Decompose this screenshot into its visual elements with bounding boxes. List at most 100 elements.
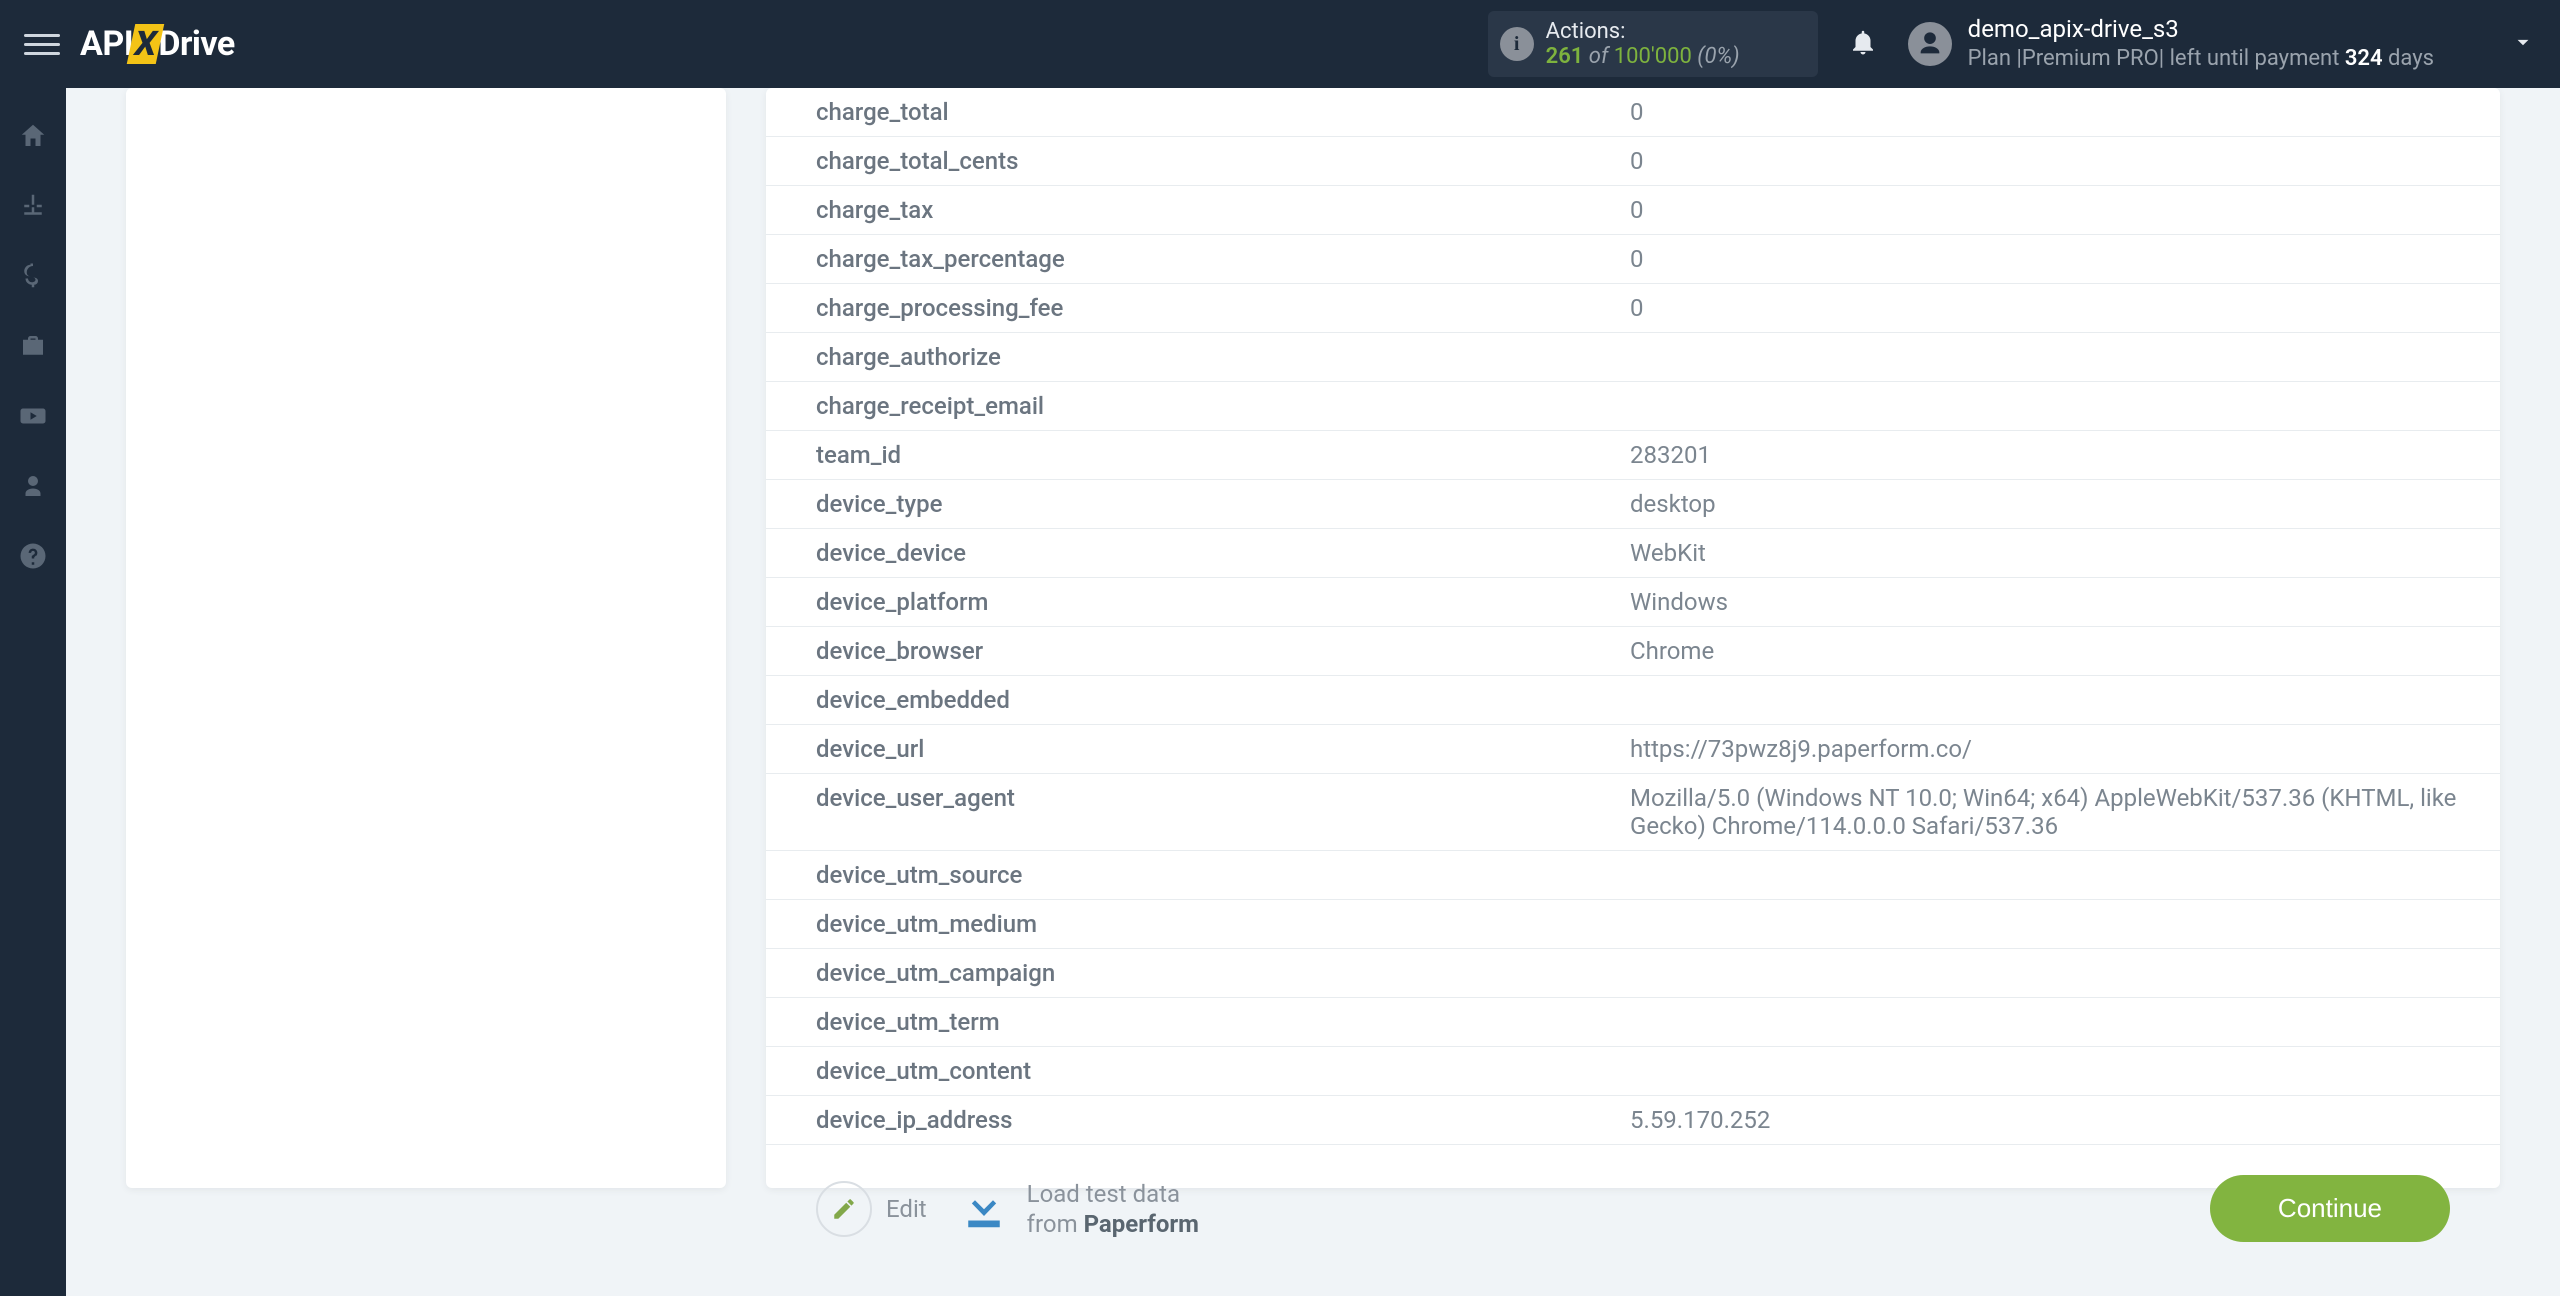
right-panel: charge_total0charge_total_cents0charge_t… (766, 88, 2500, 1188)
field-key: device_utm_source (766, 851, 1606, 900)
field-key: device_utm_content (766, 1047, 1606, 1096)
field-key: charge_total (766, 88, 1606, 137)
topbar-right: i Actions: 261 of 100'000 (0%) demo_apix… (1488, 11, 2536, 77)
table-row: device_utm_source (766, 851, 2500, 900)
field-key: charge_authorize (766, 333, 1606, 382)
field-value (1606, 676, 2500, 725)
actions-pct: (0%) (1692, 44, 1740, 69)
actions-of: of (1583, 44, 1613, 69)
pencil-icon (816, 1181, 872, 1237)
info-icon: i (1500, 27, 1534, 61)
table-row: device_embedded (766, 676, 2500, 725)
flow-icon[interactable] (15, 188, 51, 224)
field-key: charge_tax_percentage (766, 235, 1606, 284)
user-text: demo_apix-drive_s3 Plan |Premium PRO| le… (1968, 14, 2434, 74)
edit-label: Edit (886, 1195, 927, 1223)
user-plan: Plan |Premium PRO| left until payment 32… (1968, 45, 2434, 74)
field-key: charge_receipt_email (766, 382, 1606, 431)
field-key: device_utm_medium (766, 900, 1606, 949)
user-name: demo_apix-drive_s3 (1968, 14, 2434, 45)
avatar-icon (1908, 22, 1952, 66)
table-row: device_utm_content (766, 1047, 2500, 1096)
table-row: device_platformWindows (766, 578, 2500, 627)
table-row: device_utm_medium (766, 900, 2500, 949)
table-row: charge_authorize (766, 333, 2500, 382)
main-area: charge_total0charge_total_cents0charge_t… (66, 88, 2560, 1296)
field-key: device_utm_campaign (766, 949, 1606, 998)
field-key: device_browser (766, 627, 1606, 676)
menu-toggle[interactable] (24, 26, 60, 62)
field-key: team_id (766, 431, 1606, 480)
download-icon (957, 1180, 1011, 1238)
continue-button[interactable]: Continue (2210, 1175, 2450, 1242)
table-row: device_utm_term (766, 998, 2500, 1047)
field-key: device_type (766, 480, 1606, 529)
field-value: Mozilla/5.0 (Windows NT 10.0; Win64; x64… (1606, 774, 2500, 851)
logo[interactable]: APIXDrive (80, 24, 235, 64)
actions-value: 261 of 100'000 (0%) (1546, 44, 1792, 69)
field-key: device_utm_term (766, 998, 1606, 1047)
field-value: 0 (1606, 284, 2500, 333)
field-value: 0 (1606, 88, 2500, 137)
user-menu[interactable]: demo_apix-drive_s3 Plan |Premium PRO| le… (1908, 14, 2536, 74)
dollar-icon[interactable] (15, 258, 51, 294)
field-value: 283201 (1606, 431, 2500, 480)
table-row: charge_tax0 (766, 186, 2500, 235)
data-table: charge_total0charge_total_cents0charge_t… (766, 88, 2500, 1145)
field-key: device_url (766, 725, 1606, 774)
card-footer: Edit Load test data from Paperform Conti… (766, 1145, 2500, 1252)
table-row: device_typedesktop (766, 480, 2500, 529)
field-key: device_platform (766, 578, 1606, 627)
load-test-data-button[interactable]: Load test data from Paperform (957, 1179, 1199, 1239)
field-key: charge_processing_fee (766, 284, 1606, 333)
field-key: device_embedded (766, 676, 1606, 725)
table-row: device_user_agentMozilla/5.0 (Windows NT… (766, 774, 2500, 851)
table-row: charge_receipt_email (766, 382, 2500, 431)
actions-counter[interactable]: i Actions: 261 of 100'000 (0%) (1488, 11, 1818, 77)
field-value (1606, 1047, 2500, 1096)
help-icon[interactable] (15, 538, 51, 574)
field-key: charge_tax (766, 186, 1606, 235)
field-value: desktop (1606, 480, 2500, 529)
field-value: https://73pwz8j9.paperform.co/ (1606, 725, 2500, 774)
table-row: device_deviceWebKit (766, 529, 2500, 578)
logo-text-post: Drive (158, 24, 234, 64)
field-key: device_device (766, 529, 1606, 578)
load-text: Load test data from Paperform (1027, 1179, 1199, 1239)
table-row: charge_processing_fee0 (766, 284, 2500, 333)
chevron-down-icon (2510, 29, 2536, 59)
home-icon[interactable] (15, 118, 51, 154)
edit-button[interactable]: Edit (816, 1181, 927, 1237)
user-icon[interactable] (15, 468, 51, 504)
table-row: charge_total_cents0 (766, 137, 2500, 186)
table-row: charge_total0 (766, 88, 2500, 137)
actions-count: 261 (1546, 44, 1584, 69)
youtube-icon[interactable] (15, 398, 51, 434)
field-value: 0 (1606, 235, 2500, 284)
table-row: device_urlhttps://73pwz8j9.paperform.co/ (766, 725, 2500, 774)
content-row: charge_total0charge_total_cents0charge_t… (66, 88, 2560, 1256)
field-value: 0 (1606, 186, 2500, 235)
field-key: device_user_agent (766, 774, 1606, 851)
field-value (1606, 900, 2500, 949)
field-value: 5.59.170.252 (1606, 1096, 2500, 1145)
field-value (1606, 949, 2500, 998)
table-row: device_ip_address5.59.170.252 (766, 1096, 2500, 1145)
field-value (1606, 333, 2500, 382)
left-panel (126, 88, 726, 1188)
field-key: device_ip_address (766, 1096, 1606, 1145)
table-row: team_id283201 (766, 431, 2500, 480)
table-row: charge_tax_percentage0 (766, 235, 2500, 284)
sidebar (0, 88, 66, 1296)
table-row: device_browserChrome (766, 627, 2500, 676)
top-navbar: APIXDrive i Actions: 261 of 100'000 (0%)… (0, 0, 2560, 88)
bell-icon[interactable] (1848, 27, 1878, 61)
field-value (1606, 851, 2500, 900)
field-key: charge_total_cents (766, 137, 1606, 186)
field-value: 0 (1606, 137, 2500, 186)
actions-label: Actions: (1546, 19, 1792, 44)
table-row: device_utm_campaign (766, 949, 2500, 998)
briefcase-icon[interactable] (15, 328, 51, 364)
field-value: Chrome (1606, 627, 2500, 676)
field-value (1606, 998, 2500, 1047)
